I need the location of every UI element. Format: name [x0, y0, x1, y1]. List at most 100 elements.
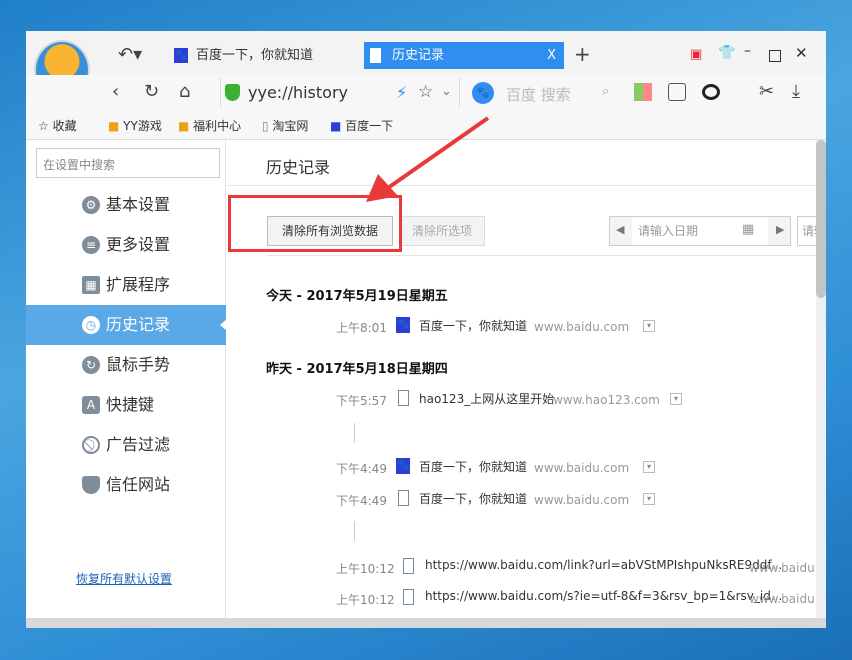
entry-domain[interactable]: www.baidu.com: [534, 461, 629, 475]
home-icon[interactable]: ⌂: [179, 81, 190, 102]
timeline-gap: [354, 521, 355, 541]
screenshot-scissors-icon[interactable]: ✂: [759, 81, 774, 102]
yy-mascot-icon: ■: [108, 119, 123, 133]
close-window-button[interactable]: ✕: [795, 44, 808, 62]
bookmark-favorites[interactable]: ☆ 收藏: [38, 117, 77, 134]
history-entry[interactable]: 下午5:57 hao123_上网从这里开始www.hao123.com ▾: [227, 390, 816, 410]
entry-title[interactable]: 百度一下，你就知道: [419, 490, 527, 507]
entry-menu-dropdown[interactable]: ▾: [643, 320, 655, 332]
entry-title[interactable]: 百度一下，你就知道: [419, 317, 527, 334]
restore-defaults-link[interactable]: 恢复所有默认设置: [76, 570, 172, 587]
tab-label: 历史记录: [392, 48, 444, 63]
video-icon[interactable]: [702, 84, 720, 100]
entry-domain[interactable]: www.baidu: [749, 592, 815, 606]
timeline-gap: [354, 423, 355, 443]
baidu-paw-icon: 🐾: [396, 317, 410, 333]
gift-icon[interactable]: ▣: [690, 47, 702, 62]
sidebar-item-history[interactable]: ◷历史记录: [26, 305, 226, 345]
entry-title[interactable]: 百度一下，你就知道: [419, 458, 527, 475]
baidu-search-engine-icon[interactable]: 🐾: [472, 82, 494, 104]
entry-domain[interactable]: www.hao123.com: [553, 393, 660, 407]
entry-time: 上午10:12: [336, 560, 395, 577]
sidebar-item-label: 扩展程序: [106, 275, 170, 294]
lightning-icon[interactable]: ⚡: [396, 83, 407, 102]
calendar-icon[interactable]: ▦: [742, 222, 754, 237]
list-icon: ≡: [82, 236, 100, 254]
entry-domain[interactable]: www.baidu.com: [534, 493, 629, 507]
history-entry[interactable]: 上午10:12 https://www.baidu.com/link?url=ab…: [227, 558, 816, 578]
day-heading: 今天 - 2017年5月19日星期五: [266, 285, 448, 304]
game-icon[interactable]: [668, 83, 686, 101]
star-icon[interactable]: ☆: [418, 82, 433, 102]
baidu-paw-icon: ■: [330, 119, 345, 133]
apps-icon[interactable]: [634, 83, 652, 101]
url-text[interactable]: yye://history: [248, 83, 348, 102]
settings-sidebar: 在设置中搜索 ⚙ 基本设置 ≡更多设置 ▦扩展程序 ◷历史记录 ↻鼠标手势 A快捷…: [26, 140, 226, 618]
next-date-icon[interactable]: ▶: [776, 223, 784, 236]
history-entry[interactable]: 上午8:01🐾百度一下，你就知道www.baidu.com▾: [227, 317, 816, 337]
history-entry[interactable]: 下午4:49🐾百度一下，你就知道www.baidu.com▾: [227, 458, 816, 478]
clear-selected-button: 清除所选项: [399, 216, 485, 246]
entry-title[interactable]: hao123_上网从这里开始: [419, 390, 554, 407]
vertical-scrollbar-thumb[interactable]: [816, 140, 826, 298]
entry-time: 下午5:57: [336, 392, 387, 409]
prev-date-icon[interactable]: ◀: [616, 223, 624, 236]
undo-close-tab-icon[interactable]: ↶▾: [118, 44, 142, 65]
entry-menu-dropdown[interactable]: ▾: [670, 393, 682, 405]
maximize-button[interactable]: [769, 50, 781, 62]
active-indicator: [220, 319, 227, 331]
page-title: 历史记录: [266, 154, 330, 178]
highlight-box: [228, 195, 402, 252]
date-picker[interactable]: ◀ 请输入日期 ▦ ▶: [609, 216, 791, 246]
sidebar-item-shortcuts[interactable]: A快捷键: [26, 385, 226, 425]
tab-baidu[interactable]: 🐾百度一下，你就知道: [168, 42, 348, 69]
search-icon[interactable]: ⌕: [602, 84, 609, 99]
new-tab-button[interactable]: +: [574, 42, 591, 66]
document-icon: [403, 589, 414, 605]
entry-time: 上午10:12: [336, 591, 395, 608]
entry-title[interactable]: https://www.baidu.com/link?url=abVStMPIs…: [425, 558, 782, 572]
horizontal-scrollbar[interactable]: [26, 618, 826, 628]
skin-icon[interactable]: 👕: [718, 45, 735, 61]
day-heading: 昨天 - 2017年5月18日星期四: [266, 358, 448, 377]
document-icon: [370, 48, 381, 63]
refresh-icon[interactable]: ↻: [144, 81, 159, 102]
sidebar-item-label: 快捷键: [106, 395, 154, 414]
tab-history[interactable]: 历史记录 X: [364, 42, 564, 69]
sidebar-item-basic[interactable]: ⚙ 基本设置: [26, 185, 226, 225]
entry-title[interactable]: https://www.baidu.com/s?ie=utf-8&f=3&rsv…: [425, 589, 782, 603]
sidebar-item-extensions[interactable]: ▦扩展程序: [26, 265, 226, 305]
minimize-button[interactable]: –: [744, 43, 751, 59]
search-input[interactable]: 百度 搜索: [506, 84, 571, 105]
shield-icon: [82, 476, 100, 494]
sidebar-item-adblock[interactable]: ⃠广告过滤: [26, 425, 226, 465]
bookmark-taobao[interactable]: ▯ 淘宝网: [262, 117, 308, 134]
bookmark-yy-games[interactable]: ■ YY游戏: [108, 117, 162, 134]
entry-domain[interactable]: www.baidu.com: [534, 320, 629, 334]
sidebar-item-more[interactable]: ≡更多设置: [26, 225, 226, 265]
title-bar: ↶▾ 🐾百度一下，你就知道 历史记录 X + ▣ 👕 – ✕: [26, 31, 826, 75]
yy-mascot-icon: ■: [178, 119, 193, 133]
entry-domain[interactable]: www.baidu: [749, 561, 815, 575]
history-entry[interactable]: 上午10:12 https://www.baidu.com/s?ie=utf-8&…: [227, 589, 816, 609]
download-icon[interactable]: ⤓: [792, 81, 800, 102]
document-icon: [398, 490, 409, 506]
bookmark-welfare[interactable]: ■ 福利中心: [178, 117, 241, 134]
chevron-down-icon[interactable]: ⌄: [441, 84, 452, 99]
gear-icon: ⚙: [82, 196, 100, 214]
divider: [227, 185, 816, 186]
bookmark-label: 百度一下: [345, 119, 393, 133]
entry-menu-dropdown[interactable]: ▾: [643, 493, 655, 505]
entry-menu-dropdown[interactable]: ▾: [643, 461, 655, 473]
history-entry[interactable]: 下午4:49百度一下，你就知道www.baidu.com▾: [227, 490, 816, 510]
browser-window: ↶▾ 🐾百度一下，你就知道 历史记录X + ▣ 👕 – ✕ ‹ ↻ ⌂ yye:…: [26, 31, 826, 628]
sidebar-item-trusted-sites[interactable]: 信任网站: [26, 465, 226, 505]
back-icon[interactable]: ‹: [112, 81, 119, 102]
bookmark-baidu[interactable]: ■ 百度一下: [330, 117, 393, 134]
entry-time: 下午4:49: [336, 460, 387, 477]
close-tab-button[interactable]: X: [547, 42, 556, 69]
sidebar-item-label: 基本设置: [106, 195, 170, 214]
sidebar-item-gestures[interactable]: ↻鼠标手势: [26, 345, 226, 385]
star-icon: ☆: [38, 119, 53, 133]
settings-search-input[interactable]: 在设置中搜索: [36, 148, 220, 178]
